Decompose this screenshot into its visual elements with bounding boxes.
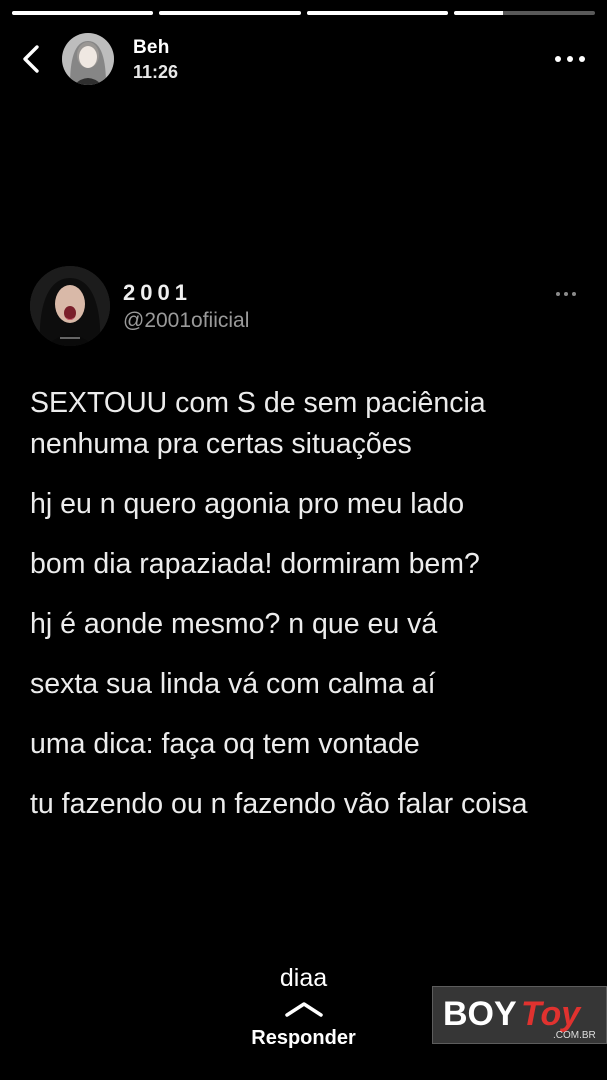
watermark-logo: BOY Toy .COM.BR xyxy=(432,986,607,1044)
chevron-up-icon[interactable] xyxy=(284,1000,324,1018)
tweet-more-icon xyxy=(556,292,576,296)
story-timestamp: 11:26 xyxy=(133,62,179,82)
story-progress-segment xyxy=(12,11,154,15)
back-chevron-icon xyxy=(23,45,39,73)
tweet-avatar xyxy=(30,266,110,346)
story-username[interactable]: Beh xyxy=(133,37,170,59)
more-options-button[interactable] xyxy=(553,52,587,66)
avatar-image xyxy=(62,33,114,85)
story-progress-segment xyxy=(159,11,301,15)
progress-fill xyxy=(159,11,301,15)
progress-fill xyxy=(306,11,448,15)
tweet-line: bom dia rapaziada! dormiram bem? xyxy=(30,548,480,580)
story-progress-bars xyxy=(12,11,595,15)
story-progress-segment xyxy=(453,11,595,15)
tweet-line: tu fazendo ou n fazendo vão falar coisa xyxy=(30,788,528,820)
tweet-line: uma dica: faça oq tem vontade xyxy=(30,728,420,760)
tweet-handle: @2001ofiicial xyxy=(123,309,250,332)
tweet-line: SEXTOUU com S de sem paciência nenhuma p… xyxy=(30,387,486,460)
svg-text:Toy: Toy xyxy=(521,995,582,1033)
tweet-line: hj é aonde mesmo? n que eu vá xyxy=(30,608,438,640)
story-progress-segment xyxy=(306,11,448,15)
boytoy-logo: BOY Toy .COM.BR xyxy=(443,995,596,1041)
svg-text:.COM.BR: .COM.BR xyxy=(553,1030,596,1041)
tweet-display-name: 2001 xyxy=(123,280,192,305)
svg-text:BOY: BOY xyxy=(443,995,517,1033)
more-icon xyxy=(555,56,585,62)
tweet-line: hj eu n quero agonia pro meu lado xyxy=(30,488,465,520)
tweet-line: sexta sua linda vá com calma aí xyxy=(30,668,436,700)
back-button[interactable] xyxy=(18,44,46,74)
story-avatar[interactable] xyxy=(62,33,114,85)
story-header: Beh 11:26 xyxy=(0,32,607,88)
tweet-body: SEXTOUU com S de sem paciência nenhuma p… xyxy=(30,383,590,844)
progress-fill xyxy=(12,11,154,15)
tweet-avatar-image xyxy=(30,266,110,346)
progress-fill xyxy=(453,11,504,15)
tweet-more-button xyxy=(554,286,578,296)
